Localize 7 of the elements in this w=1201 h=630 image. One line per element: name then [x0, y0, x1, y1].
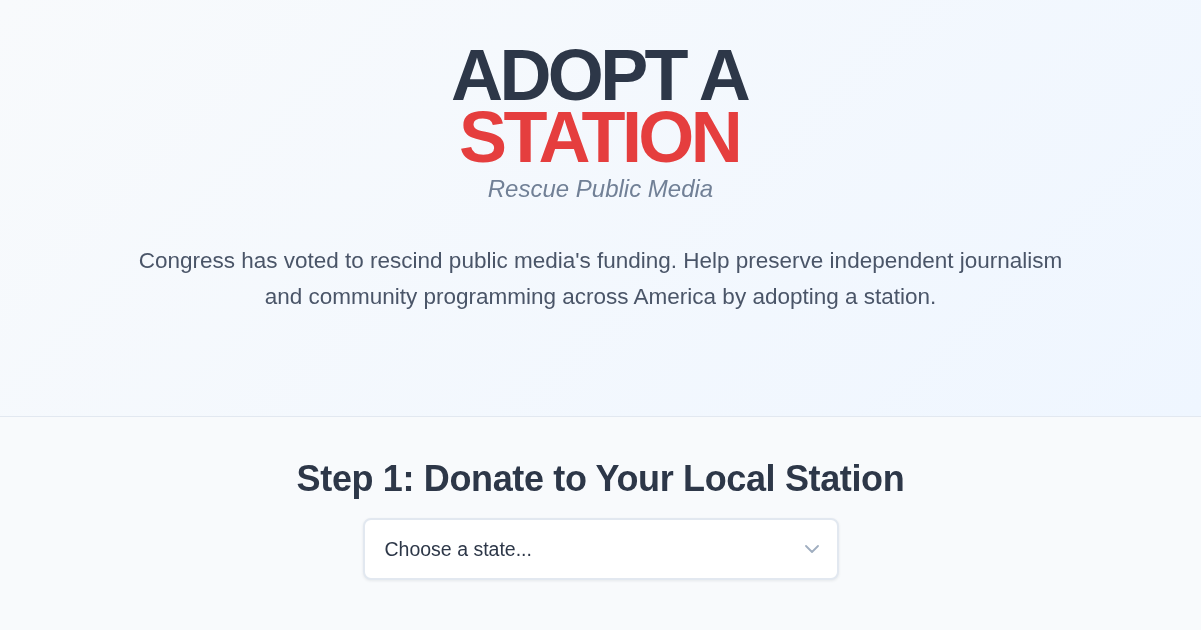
- step-heading: Step 1: Donate to Your Local Station: [296, 457, 905, 501]
- logo-title-line: STATION: [459, 106, 740, 168]
- state-select[interactable]: Choose a state...: [362, 518, 839, 580]
- tagline: Rescue Public Media: [487, 175, 714, 203]
- chevron-down-icon: [804, 545, 819, 553]
- logo-title-line: ADOPT A: [450, 44, 749, 106]
- intro-paragraph: Congress has voted to rescind public media's funding. Help preserve independent journalism and community programming across America by adopting a station.: [137, 247, 1064, 311]
